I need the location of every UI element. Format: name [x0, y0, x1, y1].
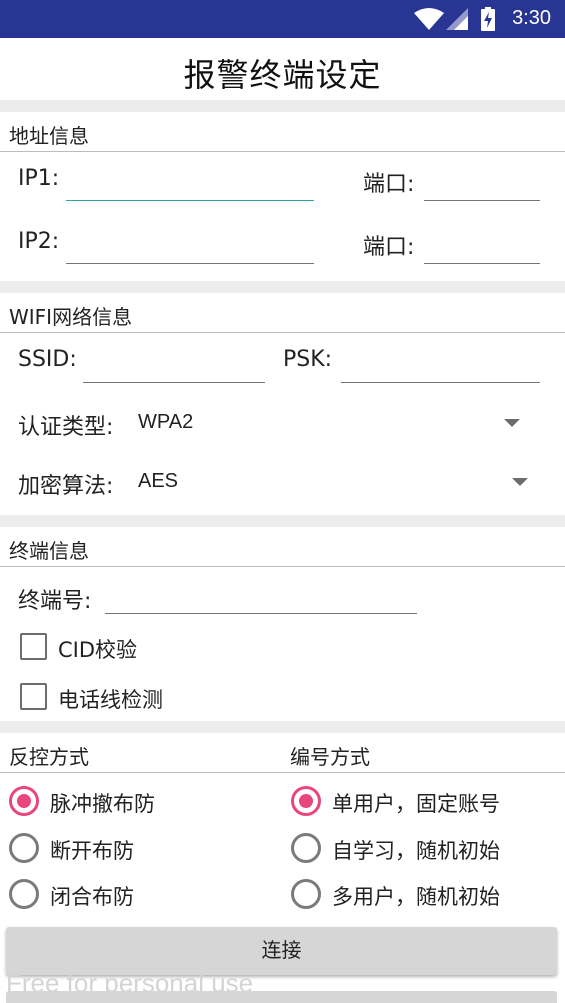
address-section-title: 地址信息	[9, 124, 89, 148]
cell-signal-icon	[446, 8, 468, 30]
cid-check-label[interactable]: CID校验	[58, 634, 137, 664]
port1-input[interactable]	[424, 173, 540, 201]
numbering-option-single[interactable]: 单用户，固定账号	[332, 788, 500, 818]
encryption-label: 加密算法:	[18, 474, 114, 499]
encryption-dropdown[interactable]: AES	[128, 462, 538, 502]
ip2-label: IP2:	[18, 229, 60, 254]
psk-input[interactable]	[341, 355, 540, 383]
dropdown-arrow-icon	[504, 419, 520, 427]
control-radio-open[interactable]	[9, 833, 39, 863]
port1-label: 端口:	[363, 172, 415, 197]
address-section-header: 地址信息	[0, 112, 565, 152]
options-section-header: 反控方式 编号方式	[0, 733, 565, 773]
dropdown-arrow-icon	[512, 478, 528, 486]
ssid-label: SSID:	[18, 347, 77, 372]
wifi-icon	[414, 8, 444, 30]
section-divider	[0, 515, 565, 527]
terminal-section-title: 终端信息	[9, 539, 89, 563]
numbering-option-learn[interactable]: 自学习，随机初始	[332, 835, 500, 865]
ip2-input[interactable]	[66, 236, 314, 264]
cid-check-checkbox[interactable]	[20, 633, 47, 660]
title-bar: 报警终端设定	[0, 38, 565, 100]
phone-line-checkbox[interactable]	[20, 683, 47, 710]
section-divider	[0, 100, 565, 112]
terminal-number-label: 终端号:	[18, 589, 92, 614]
control-option-close[interactable]: 闭合布防	[50, 881, 134, 911]
auth-type-value: WPA2	[138, 411, 194, 433]
control-radio-pulse[interactable]	[9, 786, 39, 816]
control-option-pulse[interactable]: 脉冲撤布防	[50, 788, 155, 818]
control-option-open[interactable]: 断开布防	[50, 835, 134, 865]
phone-line-label[interactable]: 电话线检测	[58, 684, 163, 714]
numbering-section-title: 编号方式	[290, 745, 370, 769]
page-title: 报警终端设定	[183, 56, 382, 94]
ip1-input[interactable]	[66, 173, 314, 201]
ip1-label: IP1:	[18, 166, 60, 191]
numbering-radio-single[interactable]	[291, 786, 321, 816]
wifi-section-title: WIFI网络信息	[9, 305, 133, 329]
encryption-value: AES	[138, 470, 179, 492]
port2-input[interactable]	[424, 236, 540, 264]
battery-charging-icon	[481, 7, 495, 31]
control-radio-close[interactable]	[9, 879, 39, 909]
port2-label: 端口:	[363, 235, 415, 260]
numbering-radio-learn[interactable]	[291, 833, 321, 863]
terminal-number-input[interactable]	[105, 586, 417, 614]
status-bar: 3:30	[0, 0, 565, 38]
wifi-section-header: WIFI网络信息	[0, 293, 565, 333]
section-divider	[0, 281, 565, 293]
numbering-option-multi[interactable]: 多用户，随机初始	[332, 881, 500, 911]
section-divider	[0, 721, 565, 733]
auth-type-dropdown[interactable]: WPA2	[128, 403, 538, 443]
ssid-input[interactable]	[83, 355, 265, 383]
psk-label: PSK:	[283, 347, 333, 372]
auth-type-label: 认证类型:	[18, 415, 114, 440]
next-button-partial[interactable]	[6, 991, 557, 1003]
terminal-section-header: 终端信息	[0, 527, 565, 567]
control-section-title: 反控方式	[9, 745, 89, 769]
clock: 3:30	[512, 7, 551, 29]
numbering-radio-multi[interactable]	[291, 879, 321, 909]
